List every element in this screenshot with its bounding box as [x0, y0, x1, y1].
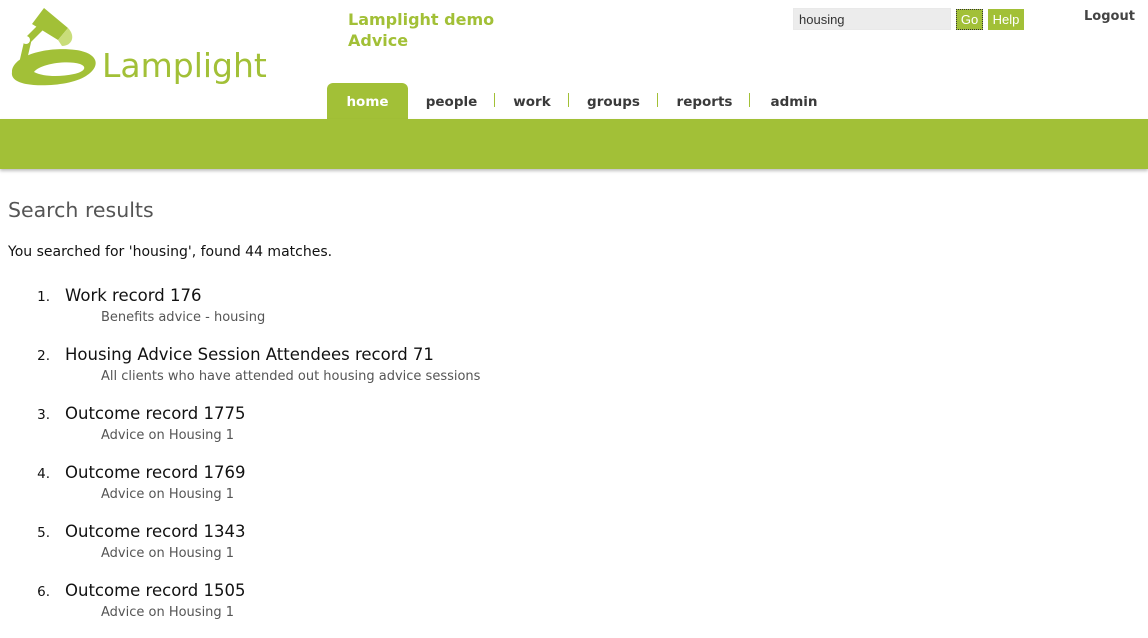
search-summary: You searched for 'housing', found 44 mat…	[8, 244, 333, 260]
org-section: Advice	[348, 31, 409, 50]
org-title: Lamplight demo Advice	[348, 9, 568, 51]
search-input[interactable]	[793, 8, 951, 30]
result-description: Advice on Housing 1	[101, 487, 235, 502]
result-number: 6.	[37, 584, 50, 600]
result-description: Benefits advice - housing	[101, 310, 266, 325]
result-number: 3.	[37, 407, 50, 423]
list-item: 1. Work record 176 Benefits advice - hou…	[0, 284, 900, 343]
go-button[interactable]: Go	[956, 9, 983, 30]
result-number: 5.	[37, 525, 50, 541]
result-number: 4.	[37, 466, 50, 482]
result-number: 2.	[37, 348, 50, 364]
nav-divider	[568, 93, 569, 107]
logo-text: Lamplight	[102, 46, 267, 85]
tab-home[interactable]: home	[327, 83, 408, 120]
result-description: All clients who have attended out housin…	[101, 369, 481, 384]
result-link[interactable]: Outcome record 1505	[65, 580, 246, 601]
org-name: Lamplight demo	[348, 10, 495, 29]
subnav-bar	[0, 119, 1148, 169]
search-results-list: 1. Work record 176 Benefits advice - hou…	[0, 284, 900, 638]
list-item: 2. Housing Advice Session Attendees reco…	[0, 343, 900, 402]
result-link[interactable]: Outcome record 1775	[65, 403, 246, 424]
tab-reports[interactable]: reports	[658, 83, 751, 120]
list-item: 3. Outcome record 1775 Advice on Housing…	[0, 402, 900, 461]
tab-work[interactable]: work	[495, 83, 569, 120]
tab-groups[interactable]: groups	[569, 83, 658, 120]
tab-people[interactable]: people	[408, 83, 495, 120]
result-link[interactable]: Work record 176	[65, 285, 201, 306]
nav-divider	[494, 93, 495, 107]
list-item: 4. Outcome record 1769 Advice on Housing…	[0, 461, 900, 520]
result-description: Advice on Housing 1	[101, 428, 235, 443]
help-button[interactable]: Help	[988, 9, 1024, 30]
result-link[interactable]: Housing Advice Session Attendees record …	[65, 344, 434, 365]
tab-admin[interactable]: admin	[751, 83, 837, 120]
logout-link[interactable]: Logout	[1084, 9, 1135, 25]
result-link[interactable]: Outcome record 1343	[65, 521, 246, 542]
main-nav: home people work groups reports admin	[327, 83, 837, 120]
nav-divider	[749, 93, 750, 107]
list-item: 6. Outcome record 1505 Advice on Housing…	[0, 579, 900, 638]
result-link[interactable]: Outcome record 1769	[65, 462, 246, 483]
page-title: Search results	[8, 198, 154, 222]
list-item: 5. Outcome record 1343 Advice on Housing…	[0, 520, 900, 579]
header: Lamplight Lamplight demo Advice Go Help …	[0, 0, 1148, 120]
result-description: Advice on Housing 1	[101, 546, 235, 561]
nav-divider	[657, 93, 658, 107]
result-number: 1.	[37, 289, 50, 305]
result-description: Advice on Housing 1	[101, 605, 235, 620]
